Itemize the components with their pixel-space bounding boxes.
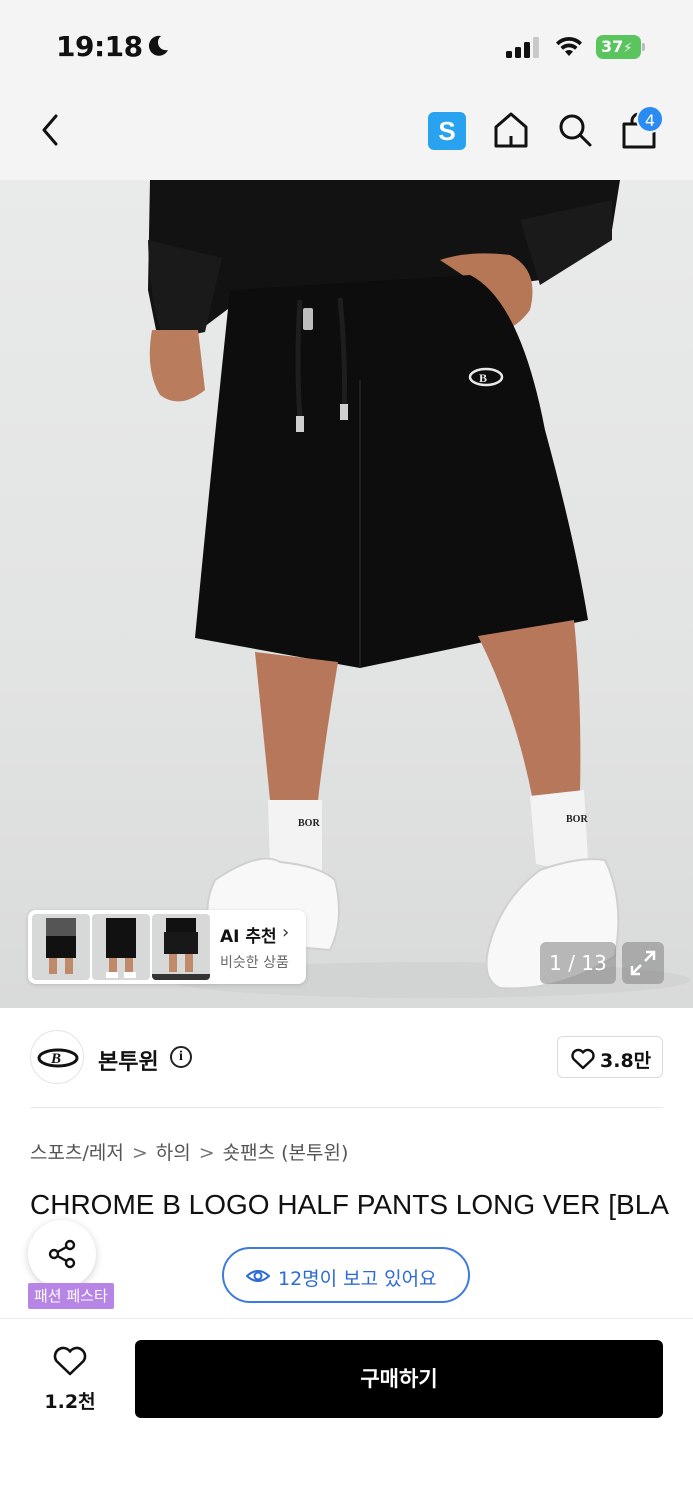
svg-text:BOR: BOR: [298, 818, 320, 829]
eye-icon: [246, 1270, 270, 1282]
ai-recommend-title: AI 추천: [220, 927, 277, 947]
expand-icon: [630, 950, 656, 976]
brand-logo[interactable]: B: [30, 1030, 84, 1084]
heart-icon: [571, 1048, 595, 1070]
viewers-pill: 12명이 보고 있어요: [222, 1247, 470, 1303]
info-icon[interactable]: i: [170, 1046, 192, 1068]
product-photo: B BOR BOR: [148, 180, 690, 998]
recommend-thumbnail[interactable]: [152, 914, 210, 980]
svg-text:B: B: [50, 1051, 61, 1067]
buy-button[interactable]: 구매하기: [135, 1340, 663, 1418]
viewers-label: 12명이 보고 있어요: [278, 1268, 437, 1290]
chevron-right-icon: ›: [282, 922, 290, 943]
breadcrumb-item[interactable]: 숏팬츠 (본투윈): [223, 1142, 349, 1164]
recommend-thumbnail[interactable]: [92, 914, 150, 980]
svg-text:B: B: [479, 371, 487, 385]
breadcrumb-item[interactable]: 하의: [156, 1142, 191, 1164]
expand-button[interactable]: [622, 942, 664, 984]
ai-recommend-card[interactable]: AI 추천 › 비슷한 상품: [28, 910, 306, 984]
wifi-icon: [556, 36, 582, 56]
breadcrumb-separator: >: [131, 1142, 148, 1164]
back-icon[interactable]: [36, 110, 66, 150]
breadcrumb-item[interactable]: 스포츠/레저: [30, 1142, 124, 1164]
divider: [30, 1107, 663, 1108]
battery-level: 37: [601, 37, 624, 56]
search-icon[interactable]: [556, 111, 594, 149]
wishlist-count: 1.2천: [44, 1391, 96, 1413]
fashion-festa-tag: 패션 페스타: [28, 1283, 114, 1309]
status-bar: 19:18 37⚡: [0, 0, 693, 92]
brand-like-count: 3.8만: [600, 1050, 652, 1072]
brand-name[interactable]: 본투윈: [98, 1044, 159, 1076]
breadcrumb: 스포츠/레저 > 하의 > 숏팬츠 (본투윈): [30, 1138, 348, 1165]
brand-like-button[interactable]: 3.8만: [557, 1036, 663, 1078]
status-time: 19:18: [56, 30, 143, 63]
wishlist-button[interactable]: 1.2천: [34, 1345, 106, 1415]
product-image-gallery[interactable]: B BOR BOR AI 추천 › 비슷한 상품 1 / 13: [0, 180, 693, 1008]
home-icon[interactable]: [492, 110, 530, 150]
bottom-action-bar: 1.2천 구매하기: [0, 1318, 693, 1500]
share-button[interactable]: [28, 1220, 96, 1288]
battery-indicator: 37⚡: [596, 35, 646, 59]
breadcrumb-separator: >: [198, 1142, 215, 1164]
moon-icon: [148, 35, 168, 56]
image-counter: 1 / 13: [540, 942, 616, 984]
top-nav: S 4: [0, 92, 693, 180]
charging-icon: ⚡: [623, 41, 633, 56]
share-icon: [48, 1239, 76, 1269]
store-s-button[interactable]: S: [428, 112, 466, 150]
signal-icon: [506, 37, 539, 58]
cart-count-badge: 4: [636, 105, 664, 133]
ai-recommend-subtitle: 비슷한 상품: [220, 955, 289, 971]
svg-text:BOR: BOR: [566, 814, 588, 825]
recommend-thumbnail[interactable]: [32, 914, 90, 980]
heart-icon: [53, 1346, 87, 1376]
